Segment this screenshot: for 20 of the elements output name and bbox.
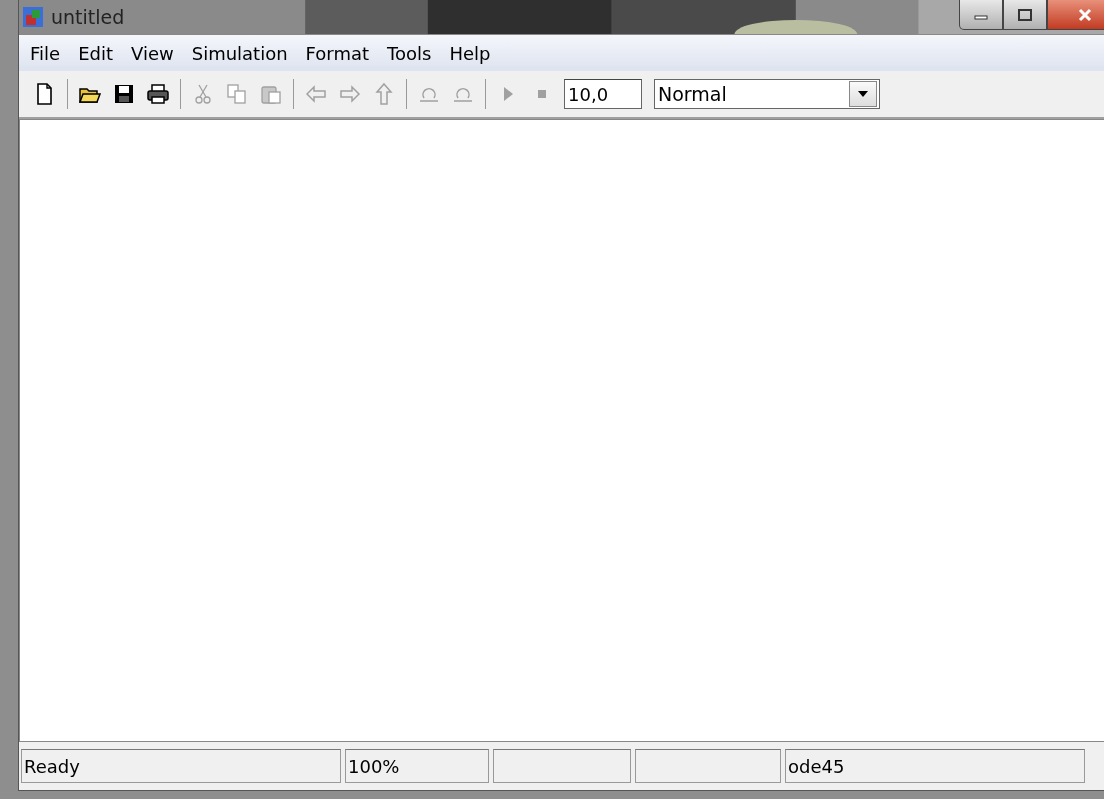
menu-item[interactable]: Format xyxy=(296,42,379,64)
caret-icon xyxy=(857,90,869,98)
simulation-mode-dropdown[interactable]: Normal xyxy=(654,79,880,109)
window-title: untitled xyxy=(51,6,125,28)
maximize-icon xyxy=(1017,7,1033,22)
menu-item[interactable]: Edit xyxy=(69,42,122,64)
status-pane: Ready xyxy=(21,749,341,783)
maximize-button[interactable] xyxy=(1003,0,1047,30)
menu-item[interactable]: View xyxy=(122,42,183,64)
menu-item[interactable]: Simulation xyxy=(182,42,297,64)
minimize-button[interactable] xyxy=(959,0,1003,30)
close-button[interactable] xyxy=(1047,0,1104,30)
menu-item[interactable]: File xyxy=(21,42,70,64)
status-pane: 100% xyxy=(345,749,489,783)
menu-item[interactable]: Tools xyxy=(378,42,441,64)
menu-item[interactable]: Help xyxy=(440,42,500,64)
status-pane: ode45 xyxy=(785,749,1085,783)
stop-time-field[interactable]: 10,0 xyxy=(564,79,642,109)
app-icon xyxy=(23,7,43,27)
close-icon xyxy=(1077,7,1093,22)
